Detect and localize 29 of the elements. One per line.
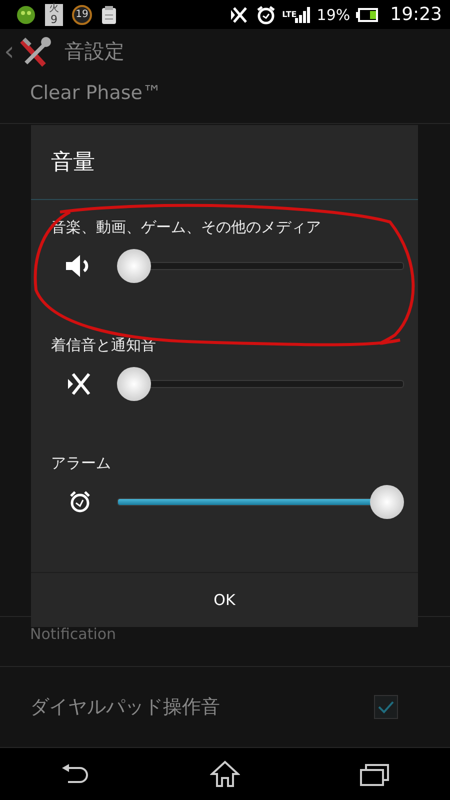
- slider-thumb[interactable]: [117, 366, 151, 401]
- checkbox[interactable]: [374, 695, 398, 720]
- slider-thumb[interactable]: [370, 484, 404, 519]
- volume-label: アラーム: [51, 454, 112, 473]
- network-label: LTE: [282, 10, 297, 20]
- app-icon: [16, 4, 36, 25]
- setting-label[interactable]: Notification: [30, 625, 116, 644]
- battery-percent: 19%: [316, 6, 350, 24]
- screen-title: 音設定: [64, 38, 124, 66]
- volume-slider[interactable]: [117, 366, 404, 401]
- signal-icon: [294, 6, 311, 23]
- recent-apps-icon[interactable]: [360, 762, 390, 786]
- clock: 19:23: [390, 4, 442, 26]
- calendar-icon: 火 9: [45, 4, 63, 26]
- battery-icon: [356, 8, 378, 22]
- volume-slider[interactable]: [117, 248, 404, 283]
- tools-icon[interactable]: [18, 34, 52, 69]
- back-icon[interactable]: [60, 763, 90, 786]
- dialog-title: 音量: [31, 125, 418, 200]
- setting-label[interactable]: ダイヤルパッド操作音: [30, 694, 220, 720]
- checkmark-icon: [377, 700, 395, 714]
- back-caret[interactable]: ‹: [4, 36, 14, 67]
- clipboard-icon: [101, 4, 117, 25]
- home-icon[interactable]: [210, 760, 240, 788]
- alarm-icon: [256, 4, 276, 25]
- slider-thumb[interactable]: [117, 248, 151, 283]
- volume-slider[interactable]: [117, 484, 404, 519]
- setting-label[interactable]: Clear Phase™: [30, 82, 162, 104]
- date-badge: 19: [72, 4, 92, 25]
